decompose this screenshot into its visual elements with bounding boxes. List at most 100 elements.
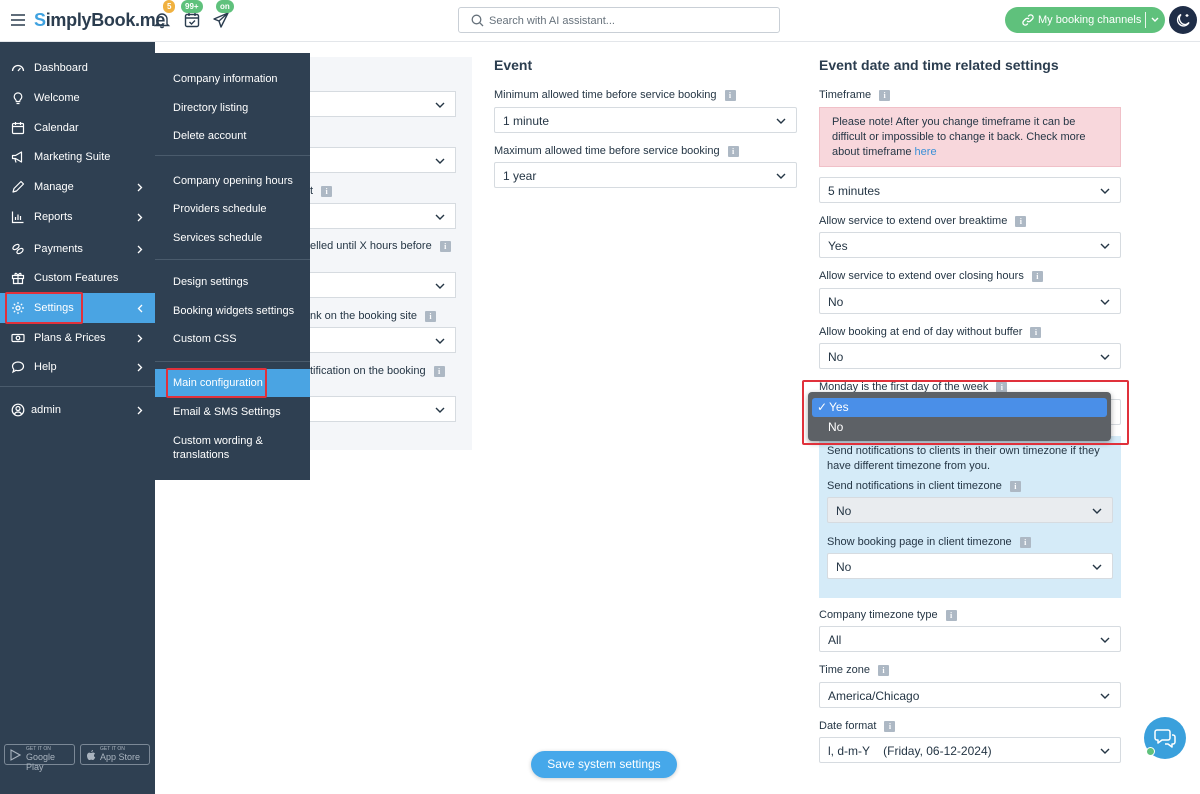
chevron-down-icon: [1100, 243, 1110, 249]
info-icon[interactable]: i: [1015, 215, 1027, 227]
chevron-left-icon: [137, 304, 143, 313]
submenu-custom-wording-translations[interactable]: Custom wording & translations: [155, 434, 265, 462]
general-select-2[interactable]: [310, 147, 456, 173]
breaktime-select[interactable]: Yes: [819, 232, 1121, 258]
live-chat-button[interactable]: [1144, 717, 1186, 759]
submenu-email-sms-settings[interactable]: Email & SMS Settings: [155, 405, 310, 419]
timeframe-help-link[interactable]: here: [915, 146, 937, 158]
timeframe-select[interactable]: 5 minutes: [819, 177, 1121, 203]
buffer-select[interactable]: No: [819, 343, 1121, 369]
booking-channels-label: My booking channels: [1038, 14, 1142, 26]
chevron-down-icon: [776, 173, 786, 179]
show-page-timezone-select[interactable]: No: [827, 553, 1113, 579]
chevron-down-icon: [1100, 693, 1110, 699]
theme-toggle-avatar[interactable]: [1169, 6, 1197, 34]
time-zone-select[interactable]: America/Chicago: [819, 682, 1121, 708]
save-system-settings-button[interactable]: Save system settings: [531, 751, 677, 778]
settings-submenu: Company information Directory listing De…: [155, 53, 310, 480]
sidebar-item-help[interactable]: Help: [0, 352, 155, 382]
max-time-select[interactable]: 1 year: [494, 162, 797, 188]
submenu-directory-listing[interactable]: Directory listing: [155, 101, 310, 115]
sidebar-item-label: Marketing Suite: [34, 151, 111, 163]
lightbulb-icon: [13, 92, 23, 105]
submenu-company-information[interactable]: Company information: [155, 72, 310, 86]
info-icon[interactable]: i: [945, 609, 957, 621]
sidebar-item-marketing-suite[interactable]: Marketing Suite: [0, 142, 155, 172]
sidebar-item-label: Plans & Prices: [34, 332, 106, 344]
info-icon[interactable]: i: [1019, 536, 1031, 548]
general-select-6[interactable]: [310, 396, 456, 422]
chevron-down-icon: [435, 407, 445, 413]
submenu-design-settings[interactable]: Design settings: [155, 275, 310, 289]
calendar-icon: [11, 122, 25, 135]
general-select-5[interactable]: [310, 327, 456, 353]
sidebar-item-calendar[interactable]: Calendar: [0, 113, 155, 143]
submenu-providers-schedule[interactable]: Providers schedule: [155, 202, 310, 216]
submenu-divider: [155, 361, 310, 362]
info-icon[interactable]: i: [425, 310, 437, 322]
sidebar-item-custom-features[interactable]: Custom Features: [0, 263, 155, 293]
closing-hours-label: Allow service to extend over closing hou…: [819, 270, 1043, 282]
settings-highlight-box: [5, 292, 83, 324]
sidebar-divider: [0, 386, 155, 387]
sidebar-item-reports[interactable]: Reports: [0, 202, 155, 232]
submenu-booking-widgets-settings[interactable]: Booking widgets settings: [155, 304, 310, 318]
search-input[interactable]: [489, 12, 769, 29]
submenu-services-schedule[interactable]: Services schedule: [155, 231, 310, 245]
sidebar-item-label: Dashboard: [34, 62, 88, 74]
notif-timezone-select[interactable]: No: [827, 497, 1113, 523]
booking-channels-button[interactable]: My booking channels: [1005, 7, 1165, 33]
notif-timezone-label: Send notifications in client timezone i: [827, 480, 1021, 492]
info-icon[interactable]: i: [1031, 270, 1043, 282]
info-icon[interactable]: i: [1030, 326, 1042, 338]
max-time-label: Maximum allowed time before service book…: [494, 145, 739, 157]
info-icon[interactable]: i: [433, 365, 445, 377]
sidebar-item-payments[interactable]: Payments: [0, 234, 155, 264]
general-label-4: tification on the booking i: [310, 365, 445, 377]
app-store-badge[interactable]: GET IT ON App Store: [80, 744, 150, 765]
sidebar-item-label: admin: [31, 404, 61, 416]
sidebar-item-plans-prices[interactable]: Plans & Prices: [0, 323, 155, 353]
chevron-down-icon: [435, 102, 445, 108]
paper-plane-icon[interactable]: [212, 11, 230, 29]
app-logo[interactable]: SimplyBook.me: [34, 10, 165, 31]
info-icon[interactable]: i: [877, 664, 889, 676]
bell-icon[interactable]: [153, 11, 171, 29]
submenu-delete-account[interactable]: Delete account: [155, 129, 310, 143]
info-icon[interactable]: i: [321, 185, 333, 197]
speedometer-icon: [11, 64, 25, 72]
info-icon[interactable]: i: [727, 145, 739, 157]
timezone-type-label: Company timezone type i: [819, 609, 957, 621]
info-icon[interactable]: i: [884, 720, 896, 732]
google-play-badge[interactable]: GET IT ON Google Play: [4, 744, 75, 772]
info-icon[interactable]: i: [879, 89, 891, 101]
sidebar-item-manage[interactable]: Manage: [0, 172, 155, 202]
submenu-company-opening-hours[interactable]: Company opening hours: [155, 174, 310, 188]
chevron-right-icon: [137, 183, 143, 192]
info-icon[interactable]: i: [1009, 480, 1021, 492]
info-icon[interactable]: i: [439, 240, 451, 252]
min-time-select[interactable]: 1 minute: [494, 107, 797, 133]
sidebar-item-welcome[interactable]: Welcome: [0, 83, 155, 113]
moon-stars-icon: [1176, 13, 1190, 27]
info-icon[interactable]: i: [724, 89, 736, 101]
calendar-check-icon[interactable]: [183, 11, 201, 29]
chevron-down-icon[interactable]: [1151, 17, 1159, 23]
sidebar-item-admin[interactable]: admin: [0, 395, 155, 425]
ai-search-box[interactable]: [458, 7, 780, 33]
general-select-4[interactable]: [310, 272, 456, 298]
general-label-3: nk on the booking site i: [310, 310, 437, 322]
general-select-1[interactable]: [310, 91, 456, 117]
datetime-heading: Event date and time related settings: [819, 57, 1059, 73]
hamburger-menu-icon[interactable]: [10, 12, 26, 28]
date-format-select[interactable]: l, d-m-Y (Friday, 06-12-2024): [819, 737, 1121, 763]
chevron-down-icon: [1092, 508, 1102, 514]
timezone-type-select[interactable]: All: [819, 626, 1121, 652]
main-configuration-highlight-box: [166, 368, 267, 398]
closing-hours-select[interactable]: No: [819, 288, 1121, 314]
sidebar-item-dashboard[interactable]: Dashboard: [0, 53, 155, 83]
pencil-icon: [12, 180, 25, 193]
gift-icon: [11, 272, 25, 285]
general-select-3[interactable]: [310, 203, 456, 229]
submenu-custom-css[interactable]: Custom CSS: [155, 332, 310, 346]
